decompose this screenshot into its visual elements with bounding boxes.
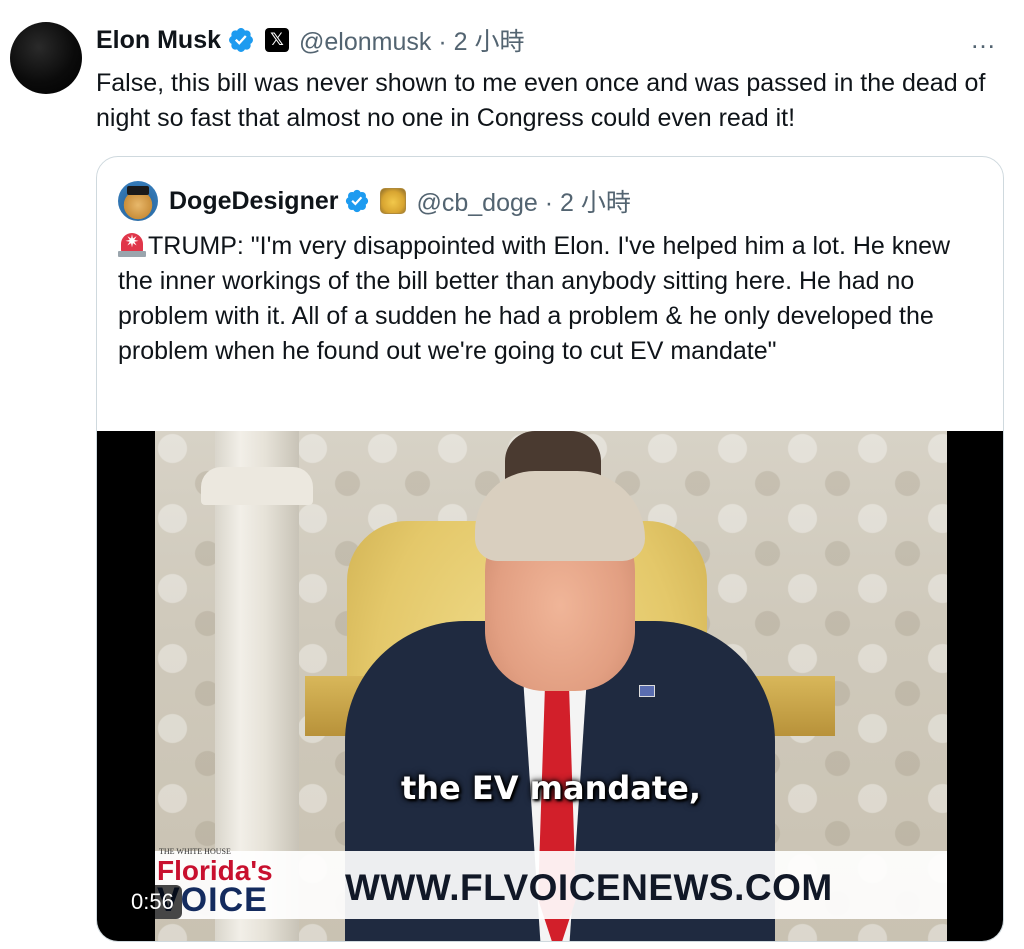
quoted-author-name[interactable]: DogeDesigner <box>169 187 338 216</box>
tweet-text: False, this bill was never shown to me e… <box>96 69 986 132</box>
tweet-header: Elon Musk 𝕏 @elonmusk · 2 小時 <box>96 22 524 58</box>
author-name[interactable]: Elon Musk <box>96 26 221 55</box>
quoted-author-handle-time[interactable]: @cb_doge · 2 小時 <box>416 183 630 219</box>
quoted-tweet-text: ✷ TRUMP: "I'm very disappointed with Elo… <box>118 229 988 369</box>
author-handle-time[interactable]: @elonmusk · 2 小時 <box>299 22 524 58</box>
rotating-light-icon: ✷ <box>118 231 146 257</box>
video-frame: the EV mandate, THE WHITE HOUSE Florida'… <box>155 431 947 941</box>
x-logo-icon: 𝕏 <box>265 28 290 52</box>
quoted-tweet-header: DogeDesigner @cb_doge · 2 小時 <box>169 183 631 219</box>
quoted-tweet-card[interactable]: DogeDesigner @cb_doge · 2 小時 ✷ TRUMP: "I… <box>96 156 1004 942</box>
video-player[interactable]: the EV mandate, THE WHITE HOUSE Florida'… <box>97 431 1003 941</box>
quoted-author-avatar[interactable] <box>118 181 158 221</box>
doge-badge-icon <box>380 188 407 214</box>
quoted-tweet-body: TRUMP: "I'm very disappointed with Elon.… <box>118 232 951 365</box>
video-caption: the EV mandate, <box>400 769 702 807</box>
video-duration-badge: 0:56 <box>123 885 182 919</box>
verified-badge-icon <box>346 189 369 213</box>
verified-badge-icon <box>229 28 253 52</box>
author-avatar[interactable] <box>10 22 82 94</box>
more-options-icon[interactable]: … <box>970 26 997 52</box>
site-url-banner: WWW.FLVOICENEWS.COM <box>345 867 833 908</box>
